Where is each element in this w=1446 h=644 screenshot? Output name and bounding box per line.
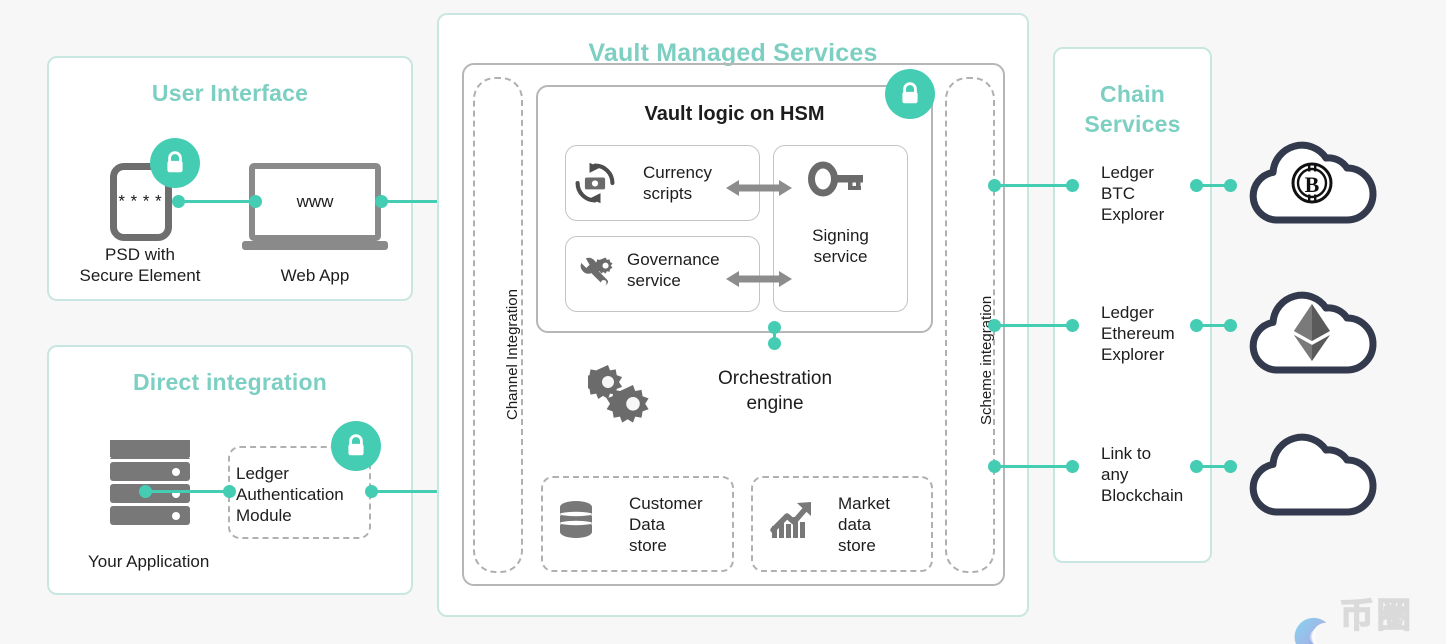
wire-scheme-to-chain-0 [995, 184, 1073, 187]
ledger-auth-module-line2: Authentication [236, 485, 344, 504]
dot-webapp-in [249, 195, 262, 208]
database-icon [558, 500, 594, 549]
market-data-store-line3: store [838, 536, 876, 555]
dot-cloud-in-0 [1224, 179, 1237, 192]
arrow-currency-signing [726, 177, 792, 204]
chain-item-0-line2: BTC [1101, 184, 1135, 203]
wire-scheme-to-chain-1 [995, 324, 1073, 327]
wire-server-to-lam [145, 490, 230, 493]
panel-direct-integration-title: Direct integration [132, 369, 327, 395]
dot-chain-in-2 [1066, 460, 1079, 473]
arrow-governance-signing [726, 268, 792, 295]
panel-chain-services-title-line2: Services [1084, 111, 1181, 137]
panel-chain-services-title-line1: Chain [1100, 81, 1165, 107]
ledger-auth-module-lock-icon [331, 421, 381, 471]
psd-lock-icon [150, 138, 200, 188]
signing-service-line1: Signing [812, 226, 869, 245]
wrench-gear-icon [573, 252, 617, 301]
gears-icon [584, 365, 654, 432]
currency-scripts-line2: scripts [643, 184, 693, 203]
wire-psd-to-webapp [178, 200, 256, 203]
laptop-base [242, 241, 388, 250]
chain-item-1-line3: Explorer [1101, 345, 1165, 364]
blank-cloud-icon [1244, 430, 1379, 525]
channel-integration-label: Channel Integration [504, 289, 521, 420]
psd-label-line1: PSD with [105, 245, 175, 264]
chart-arrow-icon [770, 500, 814, 545]
bitcoin-cloud-icon: B [1244, 138, 1379, 233]
web-app-device-icon: www [249, 163, 381, 241]
dot-cloud-in-1 [1224, 319, 1237, 332]
customer-data-store-line1: Customer [629, 494, 703, 513]
dot-psd-out [172, 195, 185, 208]
dot-chain-in-1 [1066, 319, 1079, 332]
governance-service-line2: service [627, 271, 681, 290]
chain-item-0-line3: Explorer [1101, 205, 1165, 224]
dot-chain-out-1 [1190, 319, 1203, 332]
dot-lam-out [365, 485, 378, 498]
currency-scripts-line1: Currency [643, 163, 712, 182]
ledger-auth-module-line1: Ledger [236, 464, 289, 483]
orchestration-engine-line2: engine [746, 393, 804, 414]
svg-text:B: B [1305, 172, 1320, 197]
customer-data-store-line3: store [629, 536, 667, 555]
watermark-text: 币圈子 [1339, 596, 1414, 636]
signing-service-line2: service [813, 247, 868, 266]
currency-refresh-icon [573, 161, 617, 210]
web-app-label: Web App [280, 266, 350, 285]
ledger-auth-module-line3: Module [236, 506, 292, 525]
hsm-lock-icon [885, 69, 935, 119]
market-data-store-line2: data [838, 515, 872, 534]
your-application-label: Your Application [88, 552, 210, 571]
governance-service-line1: Governance [627, 250, 720, 269]
scheme-integration-label: Scheme integration [978, 295, 995, 425]
diagram-canvas: User Interface **** PSD with Secure Elem… [0, 0, 1446, 644]
psd-screen-text: **** [116, 193, 166, 213]
dot-chain-out-2 [1190, 460, 1203, 473]
watermark-logo-icon [1294, 617, 1327, 644]
chain-item-1-line2: Ethereum [1101, 324, 1175, 343]
dot-hsm-bottom [768, 321, 781, 334]
dot-scheme-out-2 [988, 460, 1001, 473]
chain-item-0-line1: Ledger [1101, 163, 1154, 182]
orchestration-engine-line1: Orchestration [717, 368, 833, 389]
chain-item-2-line3: Blockchain [1101, 486, 1184, 505]
dot-chain-in-0 [1066, 179, 1079, 192]
chain-item-2-line1: Link to [1101, 444, 1152, 463]
dot-scheme-out-0 [988, 179, 1001, 192]
dot-scheme-out-1 [988, 319, 1001, 332]
market-data-store-line1: Market [838, 494, 890, 513]
dot-webapp-out [375, 195, 388, 208]
panel-user-interface-title: User Interface [151, 80, 309, 106]
vault-logic-hsm-title: Vault logic on HSM [644, 103, 825, 125]
dot-lam-in [223, 485, 236, 498]
your-application-server-icon [110, 440, 190, 525]
watermark: 币圈子 www.120btc.com [1290, 588, 1446, 644]
dot-chain-out-0 [1190, 179, 1203, 192]
chain-item-2-line2: any [1101, 465, 1129, 484]
chain-item-1-line1: Ledger [1101, 303, 1154, 322]
ethereum-cloud-icon [1244, 288, 1379, 383]
key-icon [808, 160, 870, 209]
wire-scheme-to-chain-2 [995, 465, 1073, 468]
customer-data-store-line2: Data [629, 515, 665, 534]
web-app-screen-text: www [296, 192, 334, 211]
dot-server-out [139, 485, 152, 498]
dot-orchestration-top [768, 337, 781, 350]
dot-cloud-in-2 [1224, 460, 1237, 473]
psd-label-line2: Secure Element [79, 266, 201, 285]
